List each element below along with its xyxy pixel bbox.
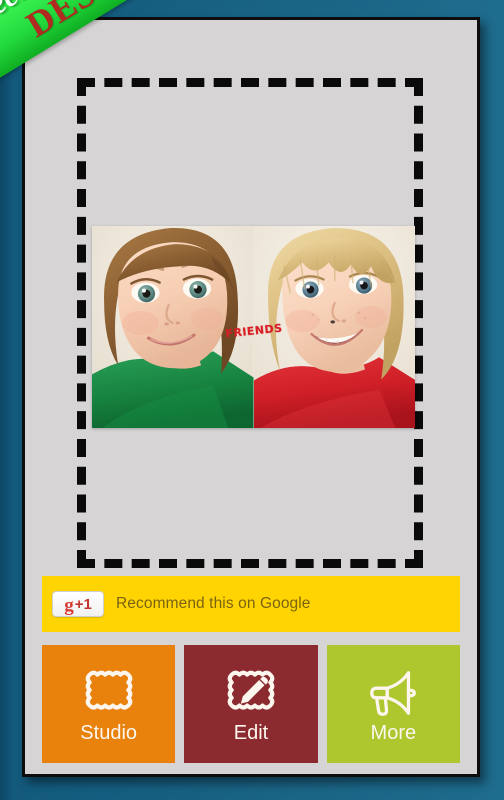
photo-left-image bbox=[92, 226, 254, 428]
recommend-label: Recommend this on Google bbox=[116, 595, 311, 612]
google-plusone-bar[interactable]: g +1 Recommend this on Google bbox=[42, 576, 460, 632]
more-button[interactable]: More bbox=[326, 645, 460, 763]
plusone-count: +1 bbox=[74, 595, 92, 613]
photo-right-image bbox=[253, 226, 415, 428]
app-root: FRIENDS g +1 Recommend this on Google St… bbox=[0, 0, 504, 800]
screen-card: FRIENDS g +1 Recommend this on Google St… bbox=[22, 17, 480, 777]
edit-button[interactable]: Edit bbox=[184, 645, 318, 763]
studio-button[interactable]: Studio bbox=[42, 645, 176, 763]
photo-left[interactable] bbox=[92, 226, 254, 428]
more-button-label: More bbox=[370, 722, 417, 744]
google-plusone-badge[interactable]: g +1 bbox=[52, 591, 104, 617]
picture-frame-icon bbox=[85, 670, 132, 710]
edit-button-label: Edit bbox=[233, 722, 269, 744]
collage-canvas[interactable]: FRIENDS bbox=[25, 20, 477, 576]
megaphone-icon bbox=[370, 671, 417, 716]
photo-collage[interactable]: FRIENDS bbox=[92, 226, 415, 428]
frame-pencil-icon bbox=[227, 670, 275, 710]
google-g-icon: g bbox=[64, 594, 74, 616]
studio-button-label: Studio bbox=[80, 722, 138, 744]
action-bar: Studio Edit More bbox=[42, 645, 460, 763]
photo-right[interactable] bbox=[253, 226, 415, 428]
